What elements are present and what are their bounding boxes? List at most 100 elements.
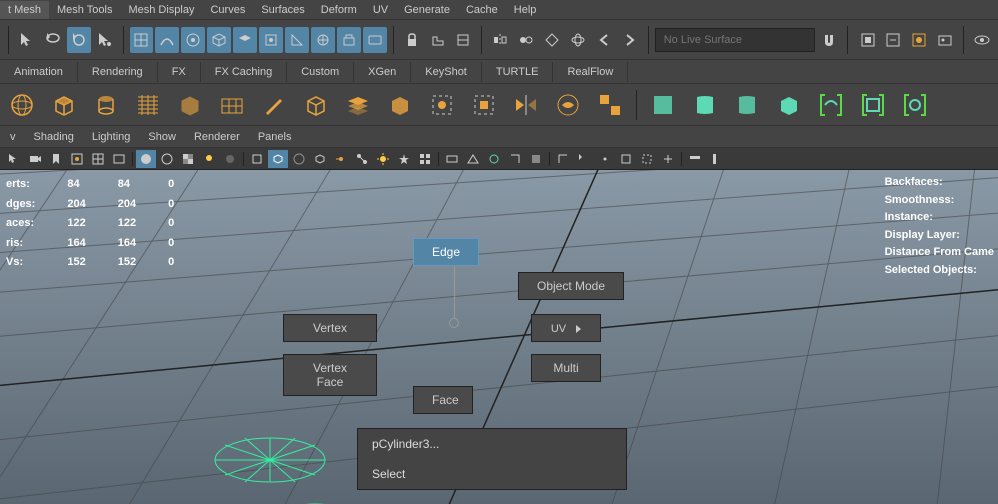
- pt-grid-icon[interactable]: [88, 150, 108, 168]
- render2-icon[interactable]: [933, 27, 957, 53]
- eye-icon[interactable]: [970, 27, 994, 53]
- pt-light-icon[interactable]: [199, 150, 219, 168]
- brush-icon[interactable]: [258, 89, 290, 121]
- tab-xgen[interactable]: XGen: [354, 62, 411, 82]
- isolate-icon[interactable]: [856, 27, 880, 53]
- history2-icon[interactable]: [451, 27, 475, 53]
- live-surface-magnet-icon[interactable]: [817, 27, 841, 53]
- marking-menu-vertex[interactable]: Vertex: [283, 314, 377, 342]
- tab-animation[interactable]: Animation: [0, 62, 78, 82]
- isolate2-icon[interactable]: [881, 27, 905, 53]
- menu-cache[interactable]: Cache: [458, 1, 506, 19]
- teal-cube-icon[interactable]: [773, 89, 805, 121]
- paint-select-tool-icon[interactable]: [67, 27, 91, 53]
- pt-misc7-icon[interactable]: [574, 150, 594, 168]
- pt-misc9-icon[interactable]: [616, 150, 636, 168]
- wave-icon[interactable]: [132, 89, 164, 121]
- tab-fx-caching[interactable]: FX Caching: [201, 62, 287, 82]
- layers-icon[interactable]: [342, 89, 374, 121]
- marking-menu-uv[interactable]: UV: [531, 314, 601, 342]
- render-icon[interactable]: [907, 27, 931, 53]
- snap-curve-icon[interactable]: [155, 27, 179, 53]
- marking-menu-face[interactable]: Face: [413, 386, 473, 414]
- pt-wire-icon[interactable]: [157, 150, 177, 168]
- menu-help[interactable]: Help: [506, 1, 545, 19]
- mirror-icon[interactable]: [510, 89, 542, 121]
- pt-misc2-icon[interactable]: [463, 150, 483, 168]
- pt-iso-icon[interactable]: [247, 150, 267, 168]
- pt-film-icon[interactable]: [109, 150, 129, 168]
- pt-camera-icon[interactable]: [25, 150, 45, 168]
- panel-menu-lighting[interactable]: Lighting: [92, 131, 131, 143]
- squares-icon[interactable]: [594, 89, 626, 121]
- tab-turtle[interactable]: TURTLE: [482, 62, 554, 82]
- symmetry4-icon[interactable]: [566, 27, 590, 53]
- panel-menu-show[interactable]: Show: [148, 131, 176, 143]
- bound2-icon[interactable]: [468, 89, 500, 121]
- cube4-icon[interactable]: [384, 89, 416, 121]
- symmetry1-icon[interactable]: [488, 27, 512, 53]
- menu-surfaces[interactable]: Surfaces: [253, 1, 312, 19]
- pt-grid2-icon[interactable]: [415, 150, 435, 168]
- tab-fx[interactable]: FX: [158, 62, 201, 82]
- snap-misc2-icon[interactable]: [337, 27, 361, 53]
- panel-menu-panels[interactable]: Panels: [258, 131, 292, 143]
- pt-joints-icon[interactable]: [352, 150, 372, 168]
- menu-curves[interactable]: Curves: [202, 1, 253, 19]
- snap-misc3-icon[interactable]: [363, 27, 387, 53]
- green-bracket1-icon[interactable]: [815, 89, 847, 121]
- panel-menu-v[interactable]: v: [10, 131, 16, 143]
- pt-tex-icon[interactable]: [178, 150, 198, 168]
- pt-sun-icon[interactable]: [373, 150, 393, 168]
- pt-render-icon[interactable]: [67, 150, 87, 168]
- snap-plane-icon[interactable]: [233, 27, 257, 53]
- bound-icon[interactable]: [426, 89, 458, 121]
- pt-xray-icon[interactable]: [289, 150, 309, 168]
- teal2-icon[interactable]: [689, 89, 721, 121]
- poly-sphere-icon[interactable]: [6, 89, 38, 121]
- arrow-right-icon[interactable]: [618, 27, 642, 53]
- menu-mesh[interactable]: t Mesh: [0, 1, 49, 19]
- pt-shaded-icon[interactable]: [136, 150, 156, 168]
- tab-keyshot[interactable]: KeyShot: [411, 62, 482, 82]
- menu-mesh-display[interactable]: Mesh Display: [120, 1, 202, 19]
- symmetry3-icon[interactable]: [540, 27, 564, 53]
- pt-vp20-icon[interactable]: [268, 150, 288, 168]
- menu-generate[interactable]: Generate: [396, 1, 458, 19]
- pt-select-icon[interactable]: [4, 150, 24, 168]
- panel-menu-shading[interactable]: Shading: [34, 131, 74, 143]
- context-menu-pcylinder[interactable]: pCylinder3...: [358, 429, 626, 459]
- grid2-icon[interactable]: [216, 89, 248, 121]
- menu-mesh-tools[interactable]: Mesh Tools: [49, 1, 120, 19]
- history-icon[interactable]: [426, 27, 450, 53]
- marking-menu-edge[interactable]: Edge: [413, 238, 479, 266]
- pt-misc6-icon[interactable]: [553, 150, 573, 168]
- pt-shadow-icon[interactable]: [220, 150, 240, 168]
- select-arrow-icon[interactable]: [93, 27, 117, 53]
- select-tool-icon[interactable]: [15, 27, 39, 53]
- marking-menu-vertex-face[interactable]: Vertex Face: [283, 354, 377, 396]
- pt-misc10-icon[interactable]: [637, 150, 657, 168]
- pt-bookmark-icon[interactable]: [46, 150, 66, 168]
- pt-misc13-icon[interactable]: [706, 150, 726, 168]
- lasso-tool-icon[interactable]: [41, 27, 65, 53]
- snap-angle-icon[interactable]: [285, 27, 309, 53]
- deformer-icon[interactable]: [552, 89, 584, 121]
- teal3-icon[interactable]: [731, 89, 763, 121]
- snap-misc1-icon[interactable]: [311, 27, 335, 53]
- poly-cube-icon[interactable]: [48, 89, 80, 121]
- tab-rendering[interactable]: Rendering: [78, 62, 158, 82]
- tab-realflow[interactable]: RealFlow: [553, 62, 628, 82]
- arrow-left-icon[interactable]: [592, 27, 616, 53]
- tab-custom[interactable]: Custom: [287, 62, 354, 82]
- teal1-icon[interactable]: [647, 89, 679, 121]
- green-bracket2-icon[interactable]: [857, 89, 889, 121]
- cube3-icon[interactable]: [300, 89, 332, 121]
- pt-motion-icon[interactable]: [331, 150, 351, 168]
- pt-misc3-icon[interactable]: [484, 150, 504, 168]
- green-bracket3-icon[interactable]: [899, 89, 931, 121]
- marking-menu-multi[interactable]: Multi: [531, 354, 601, 382]
- pt-misc5-icon[interactable]: [526, 150, 546, 168]
- pt-misc11-icon[interactable]: [658, 150, 678, 168]
- symmetry2-icon[interactable]: [514, 27, 538, 53]
